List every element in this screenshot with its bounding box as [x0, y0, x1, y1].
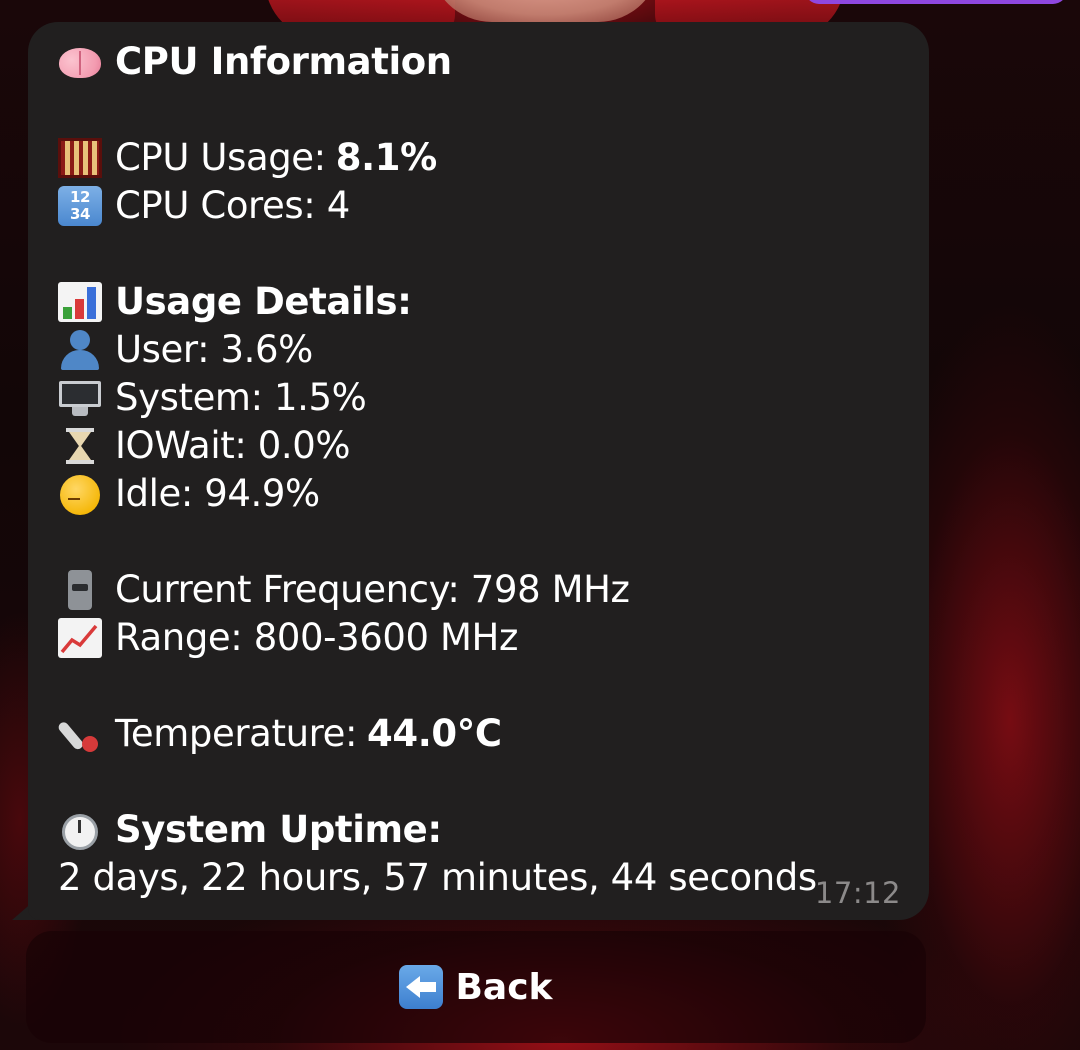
system-usage: System: 1.5%	[115, 376, 367, 419]
current-frequency: Current Frequency: 798 MHz	[115, 568, 630, 611]
sleeping-face-icon	[58, 474, 102, 515]
brain-icon	[58, 42, 102, 82]
hourglass-icon	[58, 426, 102, 466]
temperature-value: 44.0°C	[367, 712, 502, 755]
message-title: CPU Information	[115, 40, 452, 83]
cpu-cores-line: 12 34 CPU Cores: 4	[58, 182, 898, 230]
cpu-usage-label: CPU Usage:	[115, 136, 326, 179]
system-line: System: 1.5%	[58, 374, 898, 422]
trend-up-icon	[58, 618, 102, 658]
cpu-cores: CPU Cores: 4	[115, 184, 350, 227]
idle-line: Idle: 94.9%	[58, 470, 898, 518]
frequency-range: Range: 800-3600 MHz	[115, 616, 518, 659]
message-timestamp: 17:12	[814, 876, 901, 910]
uptime-value: 2 days, 22 hours, 57 minutes, 44 seconds	[58, 856, 817, 899]
back-button-label: Back	[455, 966, 553, 1008]
idle-usage: Idle: 94.9%	[115, 472, 320, 515]
title-line: CPU Information	[58, 38, 898, 86]
temperature-line: Temperature: 44.0°C	[58, 710, 898, 758]
user-line: User: 3.6%	[58, 326, 898, 374]
usage-details-line: Usage Details:	[58, 278, 898, 326]
frequency-line: Current Frequency: 798 MHz	[58, 566, 898, 614]
uptime-value-line: 2 days, 22 hours, 57 minutes, 44 seconds	[58, 854, 898, 902]
monitor-icon	[58, 378, 102, 418]
usage-details-heading: Usage Details:	[115, 280, 412, 323]
iowait-line: IOWait: 0.0%	[58, 422, 898, 470]
temperature-label: Temperature:	[115, 712, 358, 755]
left-arrow-icon	[399, 965, 444, 1009]
previous-message-bubble	[805, 0, 1067, 4]
cpu-usage-value: 8.1%	[335, 136, 437, 179]
iowait-usage: IOWait: 0.0%	[115, 424, 351, 467]
slider-icon	[58, 570, 102, 610]
abacus-icon	[58, 138, 102, 178]
message-text: CPU Information CPU Usage: 8.1% 12 34 CPU…	[58, 38, 898, 902]
uptime-heading: System Uptime:	[115, 808, 442, 851]
user-icon	[58, 330, 102, 370]
thermometer-icon	[58, 714, 102, 754]
cpu-usage-line: CPU Usage: 8.1%	[58, 134, 898, 182]
message-bubble[interactable]: CPU Information CPU Usage: 8.1% 12 34 CPU…	[28, 22, 929, 920]
bar-chart-icon	[58, 282, 102, 322]
uptime-heading-line: System Uptime:	[58, 806, 898, 854]
range-line: Range: 800-3600 MHz	[58, 614, 898, 662]
user-usage: User: 3.6%	[115, 328, 313, 371]
numbers-icon: 12 34	[58, 186, 102, 226]
back-button[interactable]: Back	[26, 931, 926, 1043]
stopwatch-icon	[58, 810, 102, 850]
wallpaper-face	[430, 0, 660, 22]
